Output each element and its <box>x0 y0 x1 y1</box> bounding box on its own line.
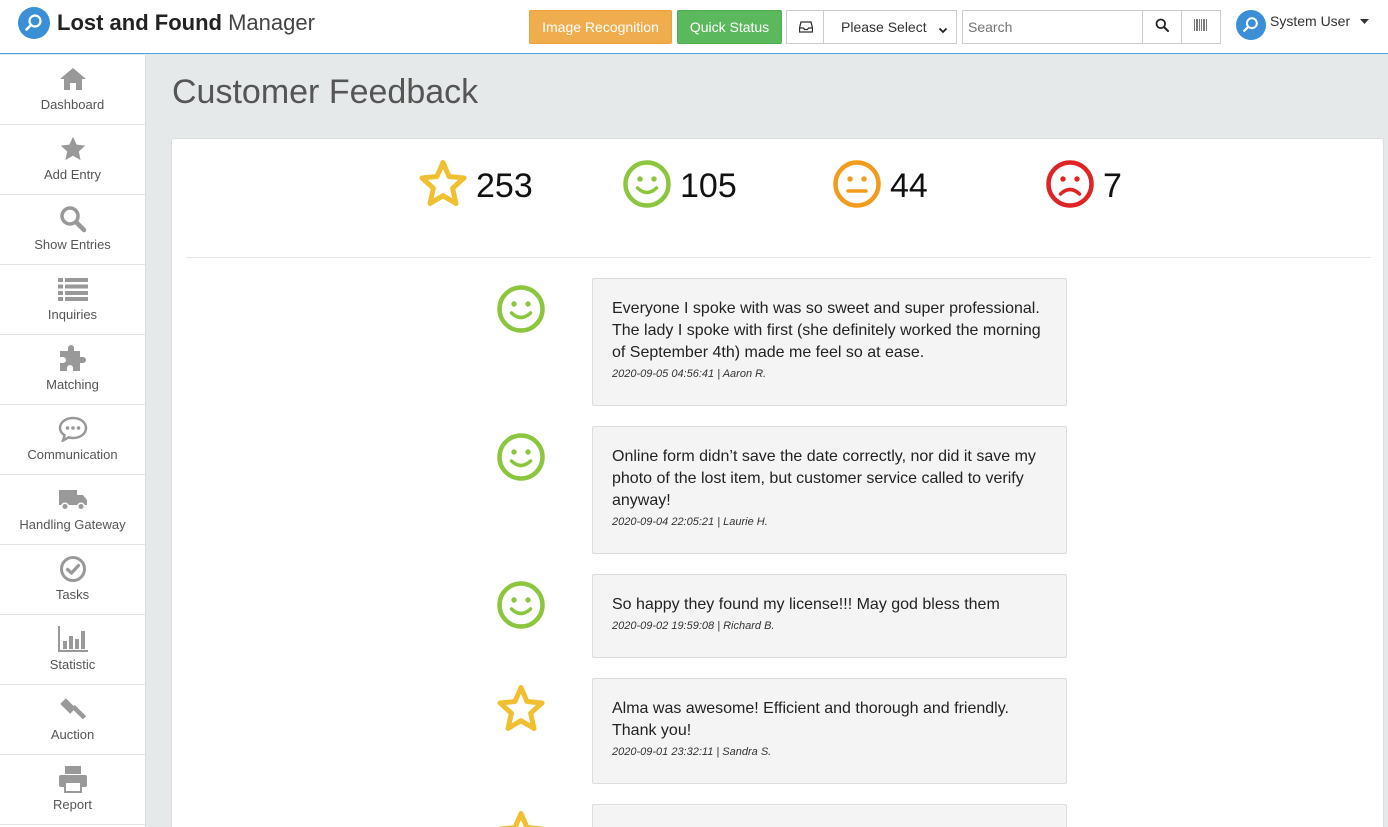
divider <box>186 257 1371 258</box>
star-icon <box>496 684 546 734</box>
top-bar: Lost and Found Manager Image Recognition… <box>0 0 1388 54</box>
magnifier-logo-icon <box>18 7 50 39</box>
bar-chart-icon <box>57 625 89 653</box>
star-icon <box>496 810 546 827</box>
sidebar-item-label: Statistic <box>49 657 96 672</box>
happy-face-icon <box>622 159 672 214</box>
happy-count: 105 <box>680 166 737 205</box>
stat-happy: 105 <box>622 159 737 213</box>
status-select-value: Please Select <box>841 19 927 35</box>
user-avatar-icon <box>1236 10 1266 40</box>
sidebar-item-label: Auction <box>50 727 95 742</box>
neutral-count: 44 <box>890 166 928 205</box>
sad-count: 7 <box>1103 166 1122 205</box>
feedback-text: Online form didn’t save the date correct… <box>612 448 1036 509</box>
star-icon <box>418 159 468 214</box>
quick-status-button[interactable]: Quick Status <box>677 10 782 44</box>
sidebar-item-label: Show Entries <box>34 237 111 252</box>
sidebar: Dashboard Add Entry Show Entries Inquiri… <box>0 55 146 827</box>
check-circle-icon <box>57 555 89 583</box>
feedback-text: Everyone I spoke with was so sweet and s… <box>612 300 1041 361</box>
star-count: 253 <box>476 166 533 205</box>
feedback-card: Alma was awesome! Efficient and thorough… <box>592 678 1067 784</box>
sidebar-item-label: Tasks <box>55 587 90 602</box>
page-title: Customer Feedback <box>172 73 479 111</box>
sidebar-item-add-entry[interactable]: Add Entry <box>0 125 145 195</box>
brand[interactable]: Lost and Found Manager <box>18 7 315 39</box>
happy-face-icon <box>496 432 546 482</box>
feedback-card: Everyone I spoke with was so sweet and s… <box>592 278 1067 406</box>
sidebar-item-communication[interactable]: Communication <box>0 405 145 475</box>
neutral-face-icon <box>832 159 882 214</box>
print-icon <box>57 765 89 793</box>
user-menu[interactable]: System User <box>1236 10 1370 40</box>
sidebar-item-label: Add Entry <box>43 167 102 182</box>
feedback-text: So happy they found my license!!! May go… <box>612 596 1000 613</box>
status-select[interactable]: Please Select <box>823 10 957 44</box>
user-name: System User <box>1270 13 1351 29</box>
feedback-card: Online form didn’t save the date correct… <box>592 426 1067 554</box>
stat-sad: 7 <box>1045 159 1122 213</box>
search-button[interactable] <box>1142 10 1182 44</box>
feedback-card: So happy they found my license!!! May go… <box>592 574 1067 658</box>
feedback-meta: 2020-09-04 22:05:21 | Laurie H. <box>612 516 768 528</box>
feedback-meta: 2020-09-05 04:56:41 | Aaron R. <box>612 368 767 380</box>
feedback-card <box>592 804 1067 827</box>
sidebar-item-label: Communication <box>27 447 118 462</box>
feedback-panel: 253 105 44 7 Everyone I spoke with was s… <box>171 138 1384 827</box>
sidebar-item-auction[interactable]: Auction <box>0 685 145 755</box>
sidebar-item-label: Report <box>52 797 93 812</box>
sidebar-item-matching[interactable]: Matching <box>0 335 145 405</box>
sidebar-item-statistic[interactable]: Statistic <box>0 615 145 685</box>
search-icon <box>1155 18 1169 37</box>
sidebar-item-label: Dashboard <box>40 97 105 112</box>
happy-face-icon <box>496 580 546 630</box>
sidebar-item-tasks[interactable]: Tasks <box>0 545 145 615</box>
chevron-down-icon <box>938 22 948 38</box>
sidebar-item-show-entries[interactable]: Show Entries <box>0 195 145 265</box>
stat-neutral: 44 <box>832 159 928 213</box>
feedback-text: Alma was awesome! Efficient and thorough… <box>612 700 1009 739</box>
barcode-scan-button[interactable] <box>1181 10 1221 44</box>
feedback-meta: 2020-09-01 23:32:11 | Sandra S. <box>612 746 772 758</box>
image-recognition-button[interactable]: Image Recognition <box>529 10 672 44</box>
inbox-icon <box>786 10 824 44</box>
truck-icon <box>57 485 89 513</box>
stat-star: 253 <box>418 159 533 213</box>
happy-face-icon <box>496 284 546 334</box>
search-icon <box>57 205 89 233</box>
sidebar-item-inquiries[interactable]: Inquiries <box>0 265 145 335</box>
caret-down-icon <box>1360 12 1370 30</box>
sidebar-item-report[interactable]: Report <box>0 755 145 825</box>
home-icon <box>57 65 89 93</box>
sidebar-item-dashboard[interactable]: Dashboard <box>0 55 145 125</box>
sidebar-item-label: Inquiries <box>47 307 98 322</box>
sidebar-item-label: Handling Gateway <box>19 517 126 532</box>
sidebar-item-label: Matching <box>46 377 99 392</box>
puzzle-icon <box>57 345 89 373</box>
chat-icon <box>57 415 89 443</box>
gavel-icon <box>57 695 89 723</box>
barcode-icon <box>1194 18 1208 36</box>
brand-title: Lost and Found Manager <box>57 10 315 35</box>
feedback-meta: 2020-09-02 19:59:08 | Richard B. <box>612 620 775 632</box>
sidebar-item-handling-gateway[interactable]: Handling Gateway <box>0 475 145 545</box>
sad-face-icon <box>1045 159 1095 214</box>
list-icon <box>57 275 89 303</box>
star-icon <box>57 135 89 163</box>
search-input[interactable] <box>962 10 1143 44</box>
